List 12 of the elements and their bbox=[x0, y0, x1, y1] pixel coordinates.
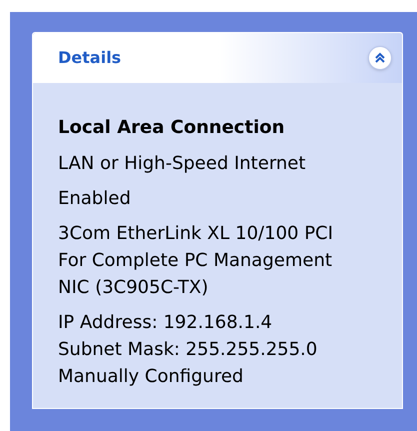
detail-line: 3Com EtherLink XL 10/100 PCI bbox=[58, 222, 334, 246]
connection-name: Local Area Connection bbox=[58, 116, 286, 140]
detail-line: Enabled bbox=[58, 187, 132, 211]
double-chevron-icon bbox=[374, 52, 386, 64]
collapse-button[interactable] bbox=[368, 46, 392, 70]
detail-line: IP Address: 192.168.1.4 bbox=[58, 311, 274, 335]
detail-line: Subnet Mask: 255.255.255.0 bbox=[58, 338, 318, 362]
detail-line: LAN or High-Speed Internet bbox=[58, 152, 307, 176]
detail-line: NIC (3C905C-TX) bbox=[58, 276, 210, 300]
panel-title: Details bbox=[58, 47, 122, 69]
detail-line: For Complete PC Management bbox=[58, 249, 334, 273]
detail-line: Manually Configured bbox=[58, 365, 244, 389]
